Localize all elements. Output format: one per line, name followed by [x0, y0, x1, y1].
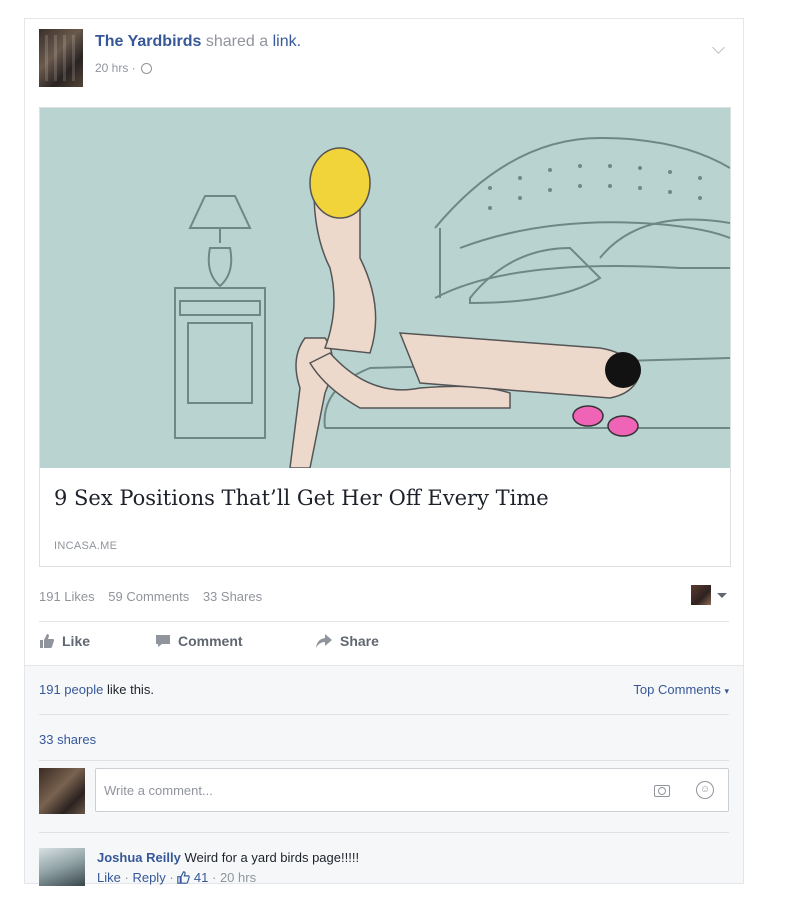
link-word[interactable]: link. [273, 33, 301, 50]
shared-text: shared a [205, 33, 269, 50]
separator: · [124, 870, 129, 885]
divider [39, 621, 729, 622]
comment-input[interactable]: Write a comment... ☺ [95, 768, 729, 812]
comment-text: Weird for a yard birds page!!!!! [184, 850, 360, 865]
comment-like-count[interactable]: 41 [194, 870, 208, 885]
like-label: Like [62, 633, 91, 649]
post-timestamp[interactable]: 20 hrs · [95, 61, 153, 75]
camera-icon[interactable] [654, 785, 670, 797]
commenter-name[interactable]: Joshua Reilly [97, 850, 181, 865]
likes-count[interactable]: 191 Likes [39, 589, 95, 604]
author-link[interactable]: The Yardbirds [95, 33, 201, 50]
share-icon [316, 634, 332, 648]
engagement-stats: 191 Likes 59 Comments 33 Shares [39, 589, 272, 604]
top-comments-dropdown[interactable]: Top Comments ▾ [633, 682, 729, 697]
acting-as-avatar[interactable] [691, 585, 711, 605]
likers-link[interactable]: 191 people [39, 682, 103, 697]
page-avatar[interactable] [39, 29, 83, 87]
top-comments-label: Top Comments [633, 682, 721, 697]
comment-icon [156, 635, 170, 647]
link-preview-image[interactable] [40, 108, 730, 468]
comment-label: Comment [178, 633, 243, 649]
caret-down-icon: ▾ [724, 686, 729, 696]
chevron-down-icon[interactable] [712, 41, 725, 54]
separator: · [169, 870, 174, 885]
globe-icon [141, 63, 153, 75]
emoji-icon[interactable]: ☺ [696, 781, 714, 799]
share-label: Share [340, 633, 379, 649]
comments-section: 191 people like this. Top Comments ▾ 33 … [25, 665, 743, 886]
comment-meta: Like · Reply · 41 · 20 hrs [97, 870, 256, 885]
divider [39, 714, 729, 715]
shares-count[interactable]: 33 Shares [203, 589, 262, 604]
link-title[interactable]: 9 Sex Positions That’ll Get Her Off Ever… [54, 486, 549, 510]
comment-placeholder: Write a comment... [104, 783, 213, 798]
timestamp-text: 20 hrs · [95, 61, 136, 75]
comment-button[interactable]: Comment [155, 633, 243, 649]
comment-reply-link[interactable]: Reply [132, 870, 165, 885]
comments-count[interactable]: 59 Comments [108, 589, 189, 604]
link-source: INCASA.ME [54, 540, 118, 552]
like-button[interactable]: Like [39, 633, 90, 649]
post-headline: The Yardbirds shared a link. [95, 33, 301, 51]
post-card: The Yardbirds shared a link. 20 hrs · 9 … [24, 18, 744, 886]
commenter-avatar[interactable] [39, 848, 85, 886]
viewer-avatar[interactable] [39, 768, 85, 814]
post-header: The Yardbirds shared a link. 20 hrs · [39, 29, 729, 89]
likes-suffix: like this. [106, 682, 154, 697]
divider [39, 760, 729, 761]
share-button[interactable]: Share [315, 633, 379, 649]
comment-like-link[interactable]: Like [97, 870, 121, 885]
comment-body: Joshua Reilly Weird for a yard birds pag… [97, 850, 359, 865]
divider [39, 832, 729, 833]
comment-time[interactable]: · 20 hrs [212, 870, 256, 885]
thumbs-up-icon [177, 871, 191, 884]
caret-down-icon[interactable] [717, 593, 727, 598]
thumbs-up-icon [40, 634, 54, 648]
likes-summary: 191 people like this. [39, 682, 729, 697]
link-preview[interactable]: 9 Sex Positions That’ll Get Her Off Ever… [39, 107, 731, 567]
shares-link[interactable]: 33 shares [39, 732, 729, 747]
